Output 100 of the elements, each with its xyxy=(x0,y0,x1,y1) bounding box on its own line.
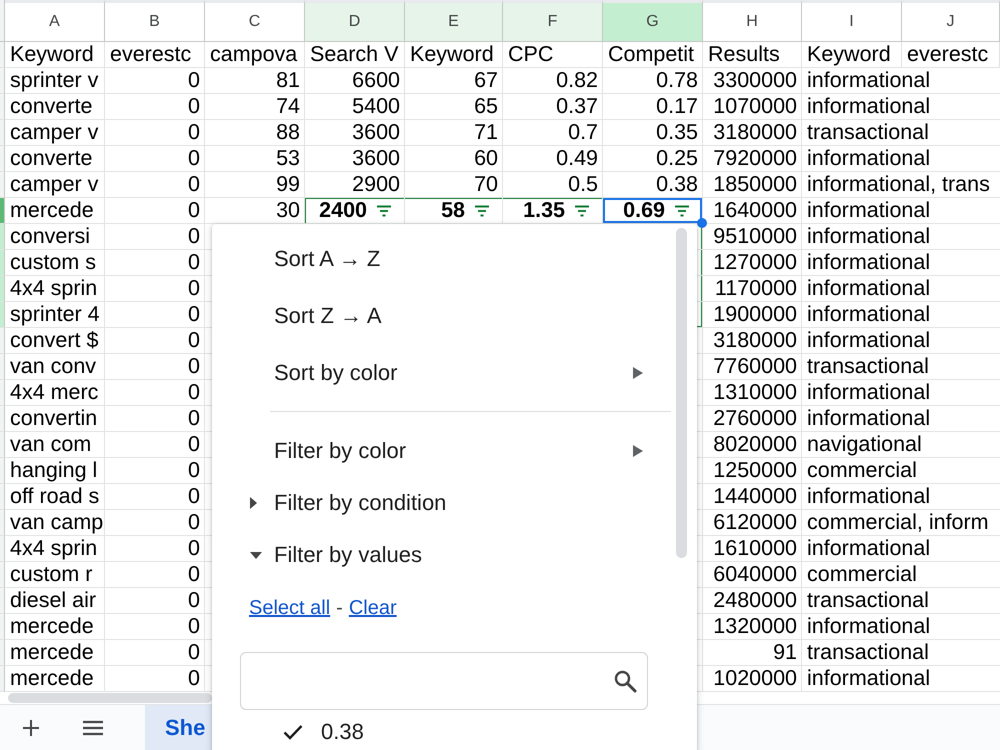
table-cell: Search V xyxy=(305,42,405,68)
row-header[interactable] xyxy=(0,328,5,354)
table-cell: 1310000 xyxy=(703,380,802,406)
table-cell: 3180000 xyxy=(703,120,802,146)
table-cell: 0 xyxy=(105,510,205,536)
value-option[interactable]: 0.38 xyxy=(212,718,374,746)
row-header[interactable] xyxy=(0,224,5,250)
menu-item[interactable]: Sort by color xyxy=(212,344,697,401)
row-header[interactable] xyxy=(0,354,5,380)
fill-handle[interactable] xyxy=(697,218,707,228)
table-cell: Keyword xyxy=(5,42,105,68)
table-cell: 8020000 xyxy=(703,432,802,458)
table-cell: 71 xyxy=(405,120,503,146)
row-header[interactable] xyxy=(0,614,5,640)
table-cell: 6600 xyxy=(305,68,405,94)
search-field[interactable] xyxy=(240,652,648,710)
table-cell: camper v xyxy=(5,120,105,146)
row-header[interactable] xyxy=(0,484,5,510)
row-header[interactable] xyxy=(0,94,5,120)
table-cell: informational xyxy=(802,68,1000,94)
column-header[interactable]: B xyxy=(105,0,205,42)
menu-scrollbar[interactable] xyxy=(676,228,687,558)
row-header[interactable] xyxy=(0,640,5,666)
table-cell: informational xyxy=(802,666,1000,692)
table-cell: 1900000 xyxy=(703,302,802,328)
table-cell: 67 xyxy=(405,68,503,94)
filter-icon[interactable] xyxy=(674,204,690,216)
table-cell: convertin xyxy=(5,406,105,432)
table-cell: 60 xyxy=(405,146,503,172)
row-header[interactable] xyxy=(0,406,5,432)
column-header[interactable]: H xyxy=(703,0,802,42)
sheet-tab[interactable]: She xyxy=(145,705,212,750)
table-cell: commercial xyxy=(802,562,1000,588)
table-cell: commercial, inform xyxy=(802,510,1000,536)
table-cell: 91 xyxy=(703,640,802,666)
menu-item[interactable]: Filter by condition xyxy=(212,477,697,529)
table-cell: Competit xyxy=(603,42,703,68)
table-cell: diesel air xyxy=(5,588,105,614)
row-header[interactable] xyxy=(0,536,5,562)
sheet-corner[interactable] xyxy=(0,0,5,42)
menu-item[interactable]: Sort Z → A xyxy=(212,287,697,344)
cell-value: 2400 xyxy=(319,198,367,223)
row-header[interactable] xyxy=(0,458,5,484)
row-header[interactable] xyxy=(0,146,5,172)
table-cell: transactional xyxy=(802,120,1000,146)
table-cell: 2480000 xyxy=(703,588,802,614)
clear-link[interactable]: Clear xyxy=(348,596,397,620)
row-header[interactable] xyxy=(0,276,5,302)
row-header[interactable] xyxy=(0,250,5,276)
row-header[interactable] xyxy=(0,588,5,614)
table-cell: van camp xyxy=(5,510,105,536)
column-header[interactable]: F xyxy=(503,0,603,42)
filter-icon[interactable] xyxy=(376,204,392,216)
horizontal-scrollbar[interactable] xyxy=(8,693,212,703)
table-cell: 6040000 xyxy=(703,562,802,588)
column-header[interactable]: A xyxy=(5,0,105,42)
row-header[interactable] xyxy=(0,510,5,536)
column-header[interactable]: J xyxy=(902,0,1000,42)
row-header[interactable] xyxy=(0,562,5,588)
table-cell: 74 xyxy=(205,94,305,120)
column-header[interactable]: E xyxy=(405,0,503,42)
column-header[interactable]: G xyxy=(603,0,703,42)
table-cell: 0 xyxy=(105,250,205,276)
table-cell: 0.37 xyxy=(503,94,603,120)
row-header[interactable] xyxy=(0,42,5,68)
row-header[interactable] xyxy=(0,172,5,198)
table-cell: mercede xyxy=(5,666,105,692)
table-cell: informational xyxy=(802,484,1000,510)
column-header[interactable]: C xyxy=(205,0,305,42)
table-cell: 0 xyxy=(105,94,205,120)
menu-item[interactable]: Filter by values xyxy=(212,529,697,581)
row-header[interactable] xyxy=(0,666,5,692)
table-cell: 1440000 xyxy=(703,484,802,510)
table-cell: 3600 xyxy=(305,120,405,146)
table-cell: 0 xyxy=(105,484,205,510)
row-header[interactable] xyxy=(0,68,5,94)
table-cell: everestc xyxy=(105,42,205,68)
table-cell: 70 xyxy=(405,172,503,198)
select-all-link[interactable]: Select all xyxy=(249,596,330,620)
filter-icon[interactable] xyxy=(574,204,590,216)
table-cell: 0 xyxy=(105,68,205,94)
table-cell: 6120000 xyxy=(703,510,802,536)
row-header[interactable] xyxy=(0,120,5,146)
caret-right-icon xyxy=(633,366,643,378)
column-header[interactable]: D xyxy=(305,0,405,42)
row-header[interactable] xyxy=(0,380,5,406)
filter-icon[interactable] xyxy=(474,204,490,216)
table-cell: convert $ xyxy=(5,328,105,354)
row-header[interactable] xyxy=(0,198,5,224)
table-cell: 2760000 xyxy=(703,406,802,432)
table-cell: 81 xyxy=(205,68,305,94)
table-cell: informational xyxy=(802,380,1000,406)
row-header[interactable] xyxy=(0,432,5,458)
column-header[interactable]: I xyxy=(802,0,902,42)
row-header[interactable] xyxy=(0,302,5,328)
table-cell: informational xyxy=(802,406,1000,432)
menu-item[interactable]: Filter by color xyxy=(212,425,697,477)
menu-item[interactable]: Sort A → Z xyxy=(212,230,697,287)
table-cell: 5400 xyxy=(305,94,405,120)
table-cell: 1170000 xyxy=(703,276,802,302)
